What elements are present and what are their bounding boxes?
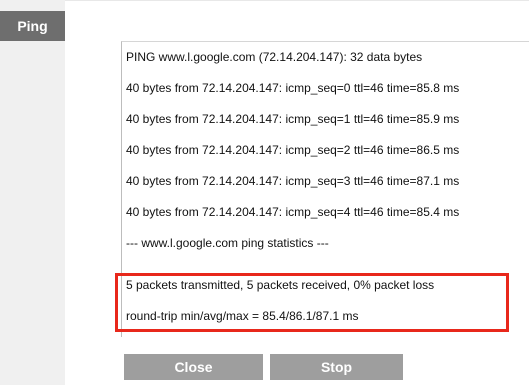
output-line: 40 bytes from 72.14.204.147: icmp_seq=0 … (126, 81, 460, 95)
tab-ping[interactable]: Ping (0, 11, 65, 41)
output-line: PING www.l.google.com (72.14.204.147): 3… (126, 50, 423, 64)
close-button[interactable]: Close (124, 354, 263, 380)
output-line: 40 bytes from 72.14.204.147: icmp_seq=2 … (126, 143, 460, 157)
stop-button[interactable]: Stop (270, 354, 403, 380)
divider (65, 0, 529, 1)
output-line: --- www.l.google.com ping statistics --- (126, 236, 329, 250)
output-line: 40 bytes from 72.14.204.147: icmp_seq=4 … (126, 205, 460, 219)
output-line: 40 bytes from 72.14.204.147: icmp_seq=1 … (126, 112, 460, 126)
output-line: 40 bytes from 72.14.204.147: icmp_seq=3 … (126, 174, 460, 188)
highlight-box (115, 273, 509, 332)
sidebar (0, 0, 65, 385)
